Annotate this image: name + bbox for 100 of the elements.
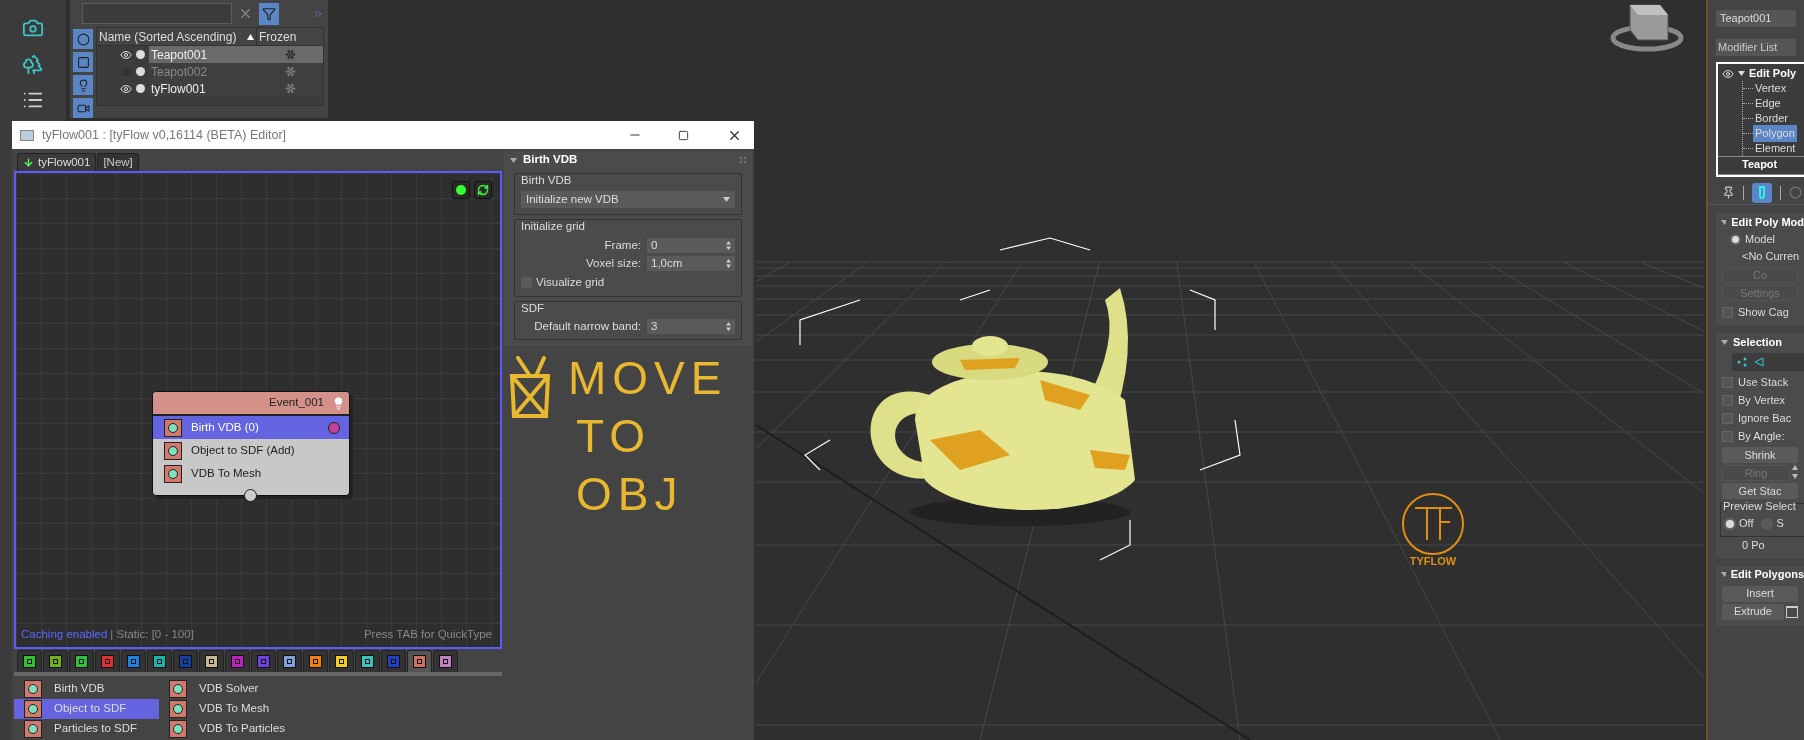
clear-icon[interactable] [238,6,253,21]
category-tab[interactable] [17,650,42,672]
operator-list-item[interactable]: VDB To Particles [159,719,304,739]
refresh-button[interactable] [474,181,492,199]
sub-object-item[interactable]: Edge [1753,95,1783,112]
checkbox[interactable] [1722,394,1733,406]
radio-label: Off [1739,516,1754,532]
filter-button[interactable] [259,2,279,25]
operator-row[interactable]: Birth VDB (0) [153,416,349,439]
grip-icon[interactable] [740,157,746,163]
operator-list-item[interactable]: Object to SDF [14,699,159,719]
rollout-title[interactable]: Birth VDB [523,151,734,169]
checkbox[interactable] [1722,376,1733,388]
category-tab[interactable] [147,650,172,672]
editor-tab[interactable]: tyFlow001 [17,153,97,171]
rollout-title[interactable]: Edit Poly Mod [1731,213,1804,231]
window-title: tyFlow001 : [tyFlow v0,16114 (BETA) Editor] [42,126,288,144]
show-result-button[interactable] [1752,182,1772,203]
operator-list-item[interactable]: VDB Solver [159,679,304,699]
operator-row[interactable]: VDB To Mesh [153,462,349,485]
snowflake-icon[interactable] [284,49,296,60]
event-node[interactable]: Event_001 Birth VDB (0) Object to SDF (Add) VDB To Mesh [152,391,350,496]
pin-icon[interactable] [1722,186,1735,199]
snowflake-icon[interactable] [284,66,296,77]
column-header[interactable]: Name (Sorted Ascending) [97,28,257,45]
spinner-arrows-icon[interactable] [1792,465,1798,479]
rollout-title[interactable]: Edit Polygons [1730,566,1804,583]
radio-button[interactable] [1724,517,1736,530]
lightbulb-icon[interactable] [332,396,345,410]
category-tab[interactable] [277,650,302,672]
sub-object-item[interactable]: Border [1753,110,1791,127]
handwritten-note: MOVE [568,350,728,406]
modifier-list-dropdown[interactable]: Modifier List [1716,39,1796,56]
modifier-name[interactable]: Edit Poly [1749,65,1797,82]
rollout-title[interactable]: Selection [1733,333,1782,351]
operator-list-item[interactable]: VDB To Mesh [159,699,304,719]
checkbox-label: Use Stack [1738,374,1789,390]
collapse-icon[interactable] [1721,572,1726,577]
checkbox[interactable] [1722,430,1733,442]
panel-button[interactable]: Insert [1722,585,1798,602]
settings-icon[interactable] [1786,605,1798,618]
type-filter-button[interactable] [73,75,93,95]
maximize-icon[interactable] [678,129,689,141]
spinner-arrows-icon [726,241,731,250]
logo-text: TYFLOW [1409,555,1457,567]
column-title: Name (Sorted Ascending) [99,28,238,46]
category-tab[interactable] [199,650,224,672]
panel-button[interactable]: Shrink [1722,447,1798,463]
object-name-field[interactable]: Teapot001 [1716,10,1796,27]
eye-icon[interactable] [1722,67,1734,80]
editor-tab[interactable]: [New] [97,153,139,171]
sub-object-item[interactable]: Vertex [1753,80,1789,97]
spinner-arrows-icon [726,322,731,332]
vertex-icon[interactable] [1737,357,1747,367]
visibility-icon[interactable] [120,82,132,95]
checkbox-label: Ignore Bac [1738,410,1792,426]
column-header[interactable]: Frozen [257,28,323,45]
panel-button[interactable]: Get Stac [1722,483,1798,499]
output-port[interactable] [328,421,340,434]
operator-list-item[interactable]: Birth VDB [14,679,159,699]
operator-list-item[interactable]: Particles to SDF [14,719,159,739]
spinner-field[interactable]: 3 [647,319,735,335]
visibility-icon[interactable] [120,48,132,61]
panel-button[interactable]: Extrude [1722,603,1784,620]
collapse-icon[interactable] [1721,339,1728,345]
spinner-field[interactable]: 0 [647,238,735,253]
operator-row[interactable]: Object to SDF (Add) [153,439,349,462]
sub-object-item[interactable]: Element [1753,140,1798,157]
status-button[interactable] [452,181,470,199]
triangle-icon[interactable] [1754,357,1764,367]
checkbox[interactable] [1722,412,1733,424]
category-tab[interactable] [329,650,354,672]
search-field[interactable] [82,3,232,24]
type-filter-button[interactable] [73,98,93,118]
category-tab[interactable] [69,650,94,672]
radio-button[interactable] [1730,234,1741,245]
modifier-name[interactable]: Teapot [1742,156,1778,173]
category-tab[interactable] [433,650,458,672]
tube-icon [1759,186,1765,199]
checkbox[interactable] [1722,306,1733,318]
collapse-icon[interactable] [510,157,517,163]
object-name[interactable]: Teapot001 [149,46,257,63]
down-arrow-icon [23,157,34,168]
type-filter-button[interactable] [73,52,93,72]
operator-icon [169,720,187,738]
category-tab[interactable] [43,650,68,672]
category-tab[interactable] [407,650,432,672]
type-filter-button[interactable] [73,29,93,49]
spinner-field[interactable]: 1,0cm [647,256,735,271]
quicktype-hint: Press TAB for QuickType [363,626,492,642]
camera-icon[interactable] [22,17,44,39]
category-tab[interactable] [355,650,380,672]
dropdown[interactable]: Initialize new VDB [521,191,735,209]
checkbox-label: By Angle: [1738,428,1785,444]
trees-icon[interactable] [22,53,44,75]
category-tab[interactable] [303,650,328,672]
handwritten-note: TO [576,408,653,464]
collapse-icon[interactable] [1721,219,1727,225]
snowflake-icon[interactable] [284,83,296,94]
expand-icon[interactable] [1738,71,1745,76]
